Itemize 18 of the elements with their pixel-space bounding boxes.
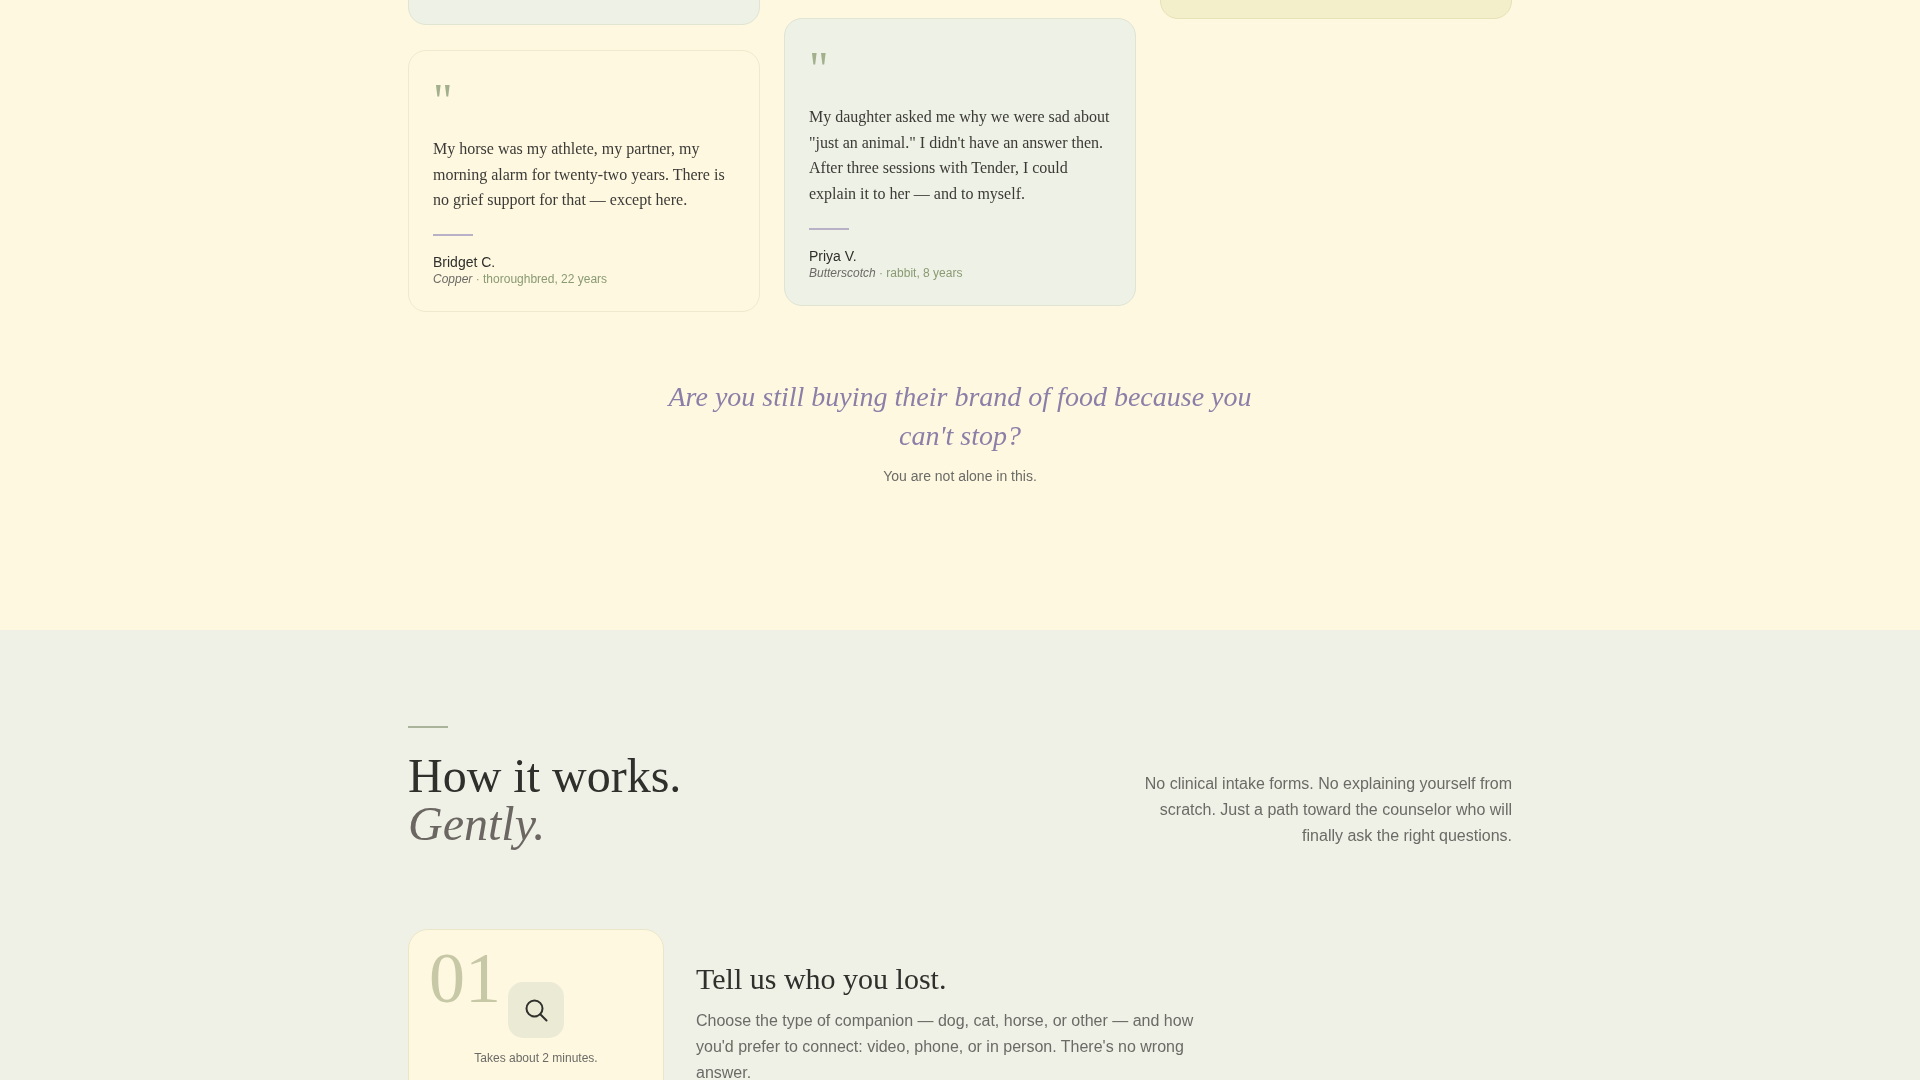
author-name: Bridget C. (433, 253, 496, 272)
pet-info: Butterscotch · rabbit, 8 years (809, 264, 963, 281)
section-title-emphasis: Gently. (408, 799, 546, 848)
step-description: Choose the type of companion — dog, cat, horse, or other — and how you'd prefer to connect: video, phone, or in person. There's no wrong answer. (696, 1010, 1195, 1080)
quote-mark: " (809, 45, 829, 69)
highlight-note: You are not alone in this. (883, 467, 1037, 487)
author-name: Priya V. (809, 246, 857, 265)
search-icon (508, 981, 564, 1038)
step-number: 01 (429, 941, 501, 1014)
testimonial-quote: My horse was my athlete, my partner, my morning alarm for twenty-two years. There is no grief support for that — except here. (433, 139, 726, 211)
quote-mark: " (433, 77, 453, 101)
highlight-question: Are you still buying their brand of food because you can't stop? (666, 380, 1253, 453)
section-title: How it works. (408, 751, 682, 800)
pet-info: Copper · thoroughbred, 22 years (433, 271, 608, 288)
section-intro: No clinical intake forms. No explaining yourself from scratch. Just a path toward the counselor who will finally ask the right questions. (1143, 773, 1512, 846)
testimonial-quote: My daughter asked me why we were sad about "just an animal." I didn't have an answer then. After three sessions with Tender, I could explain it to her — and to myself. (809, 107, 1111, 205)
step-heading: Tell us who you lost. (696, 960, 948, 997)
step-duration: Takes about 2 minutes. (474, 1049, 598, 1066)
